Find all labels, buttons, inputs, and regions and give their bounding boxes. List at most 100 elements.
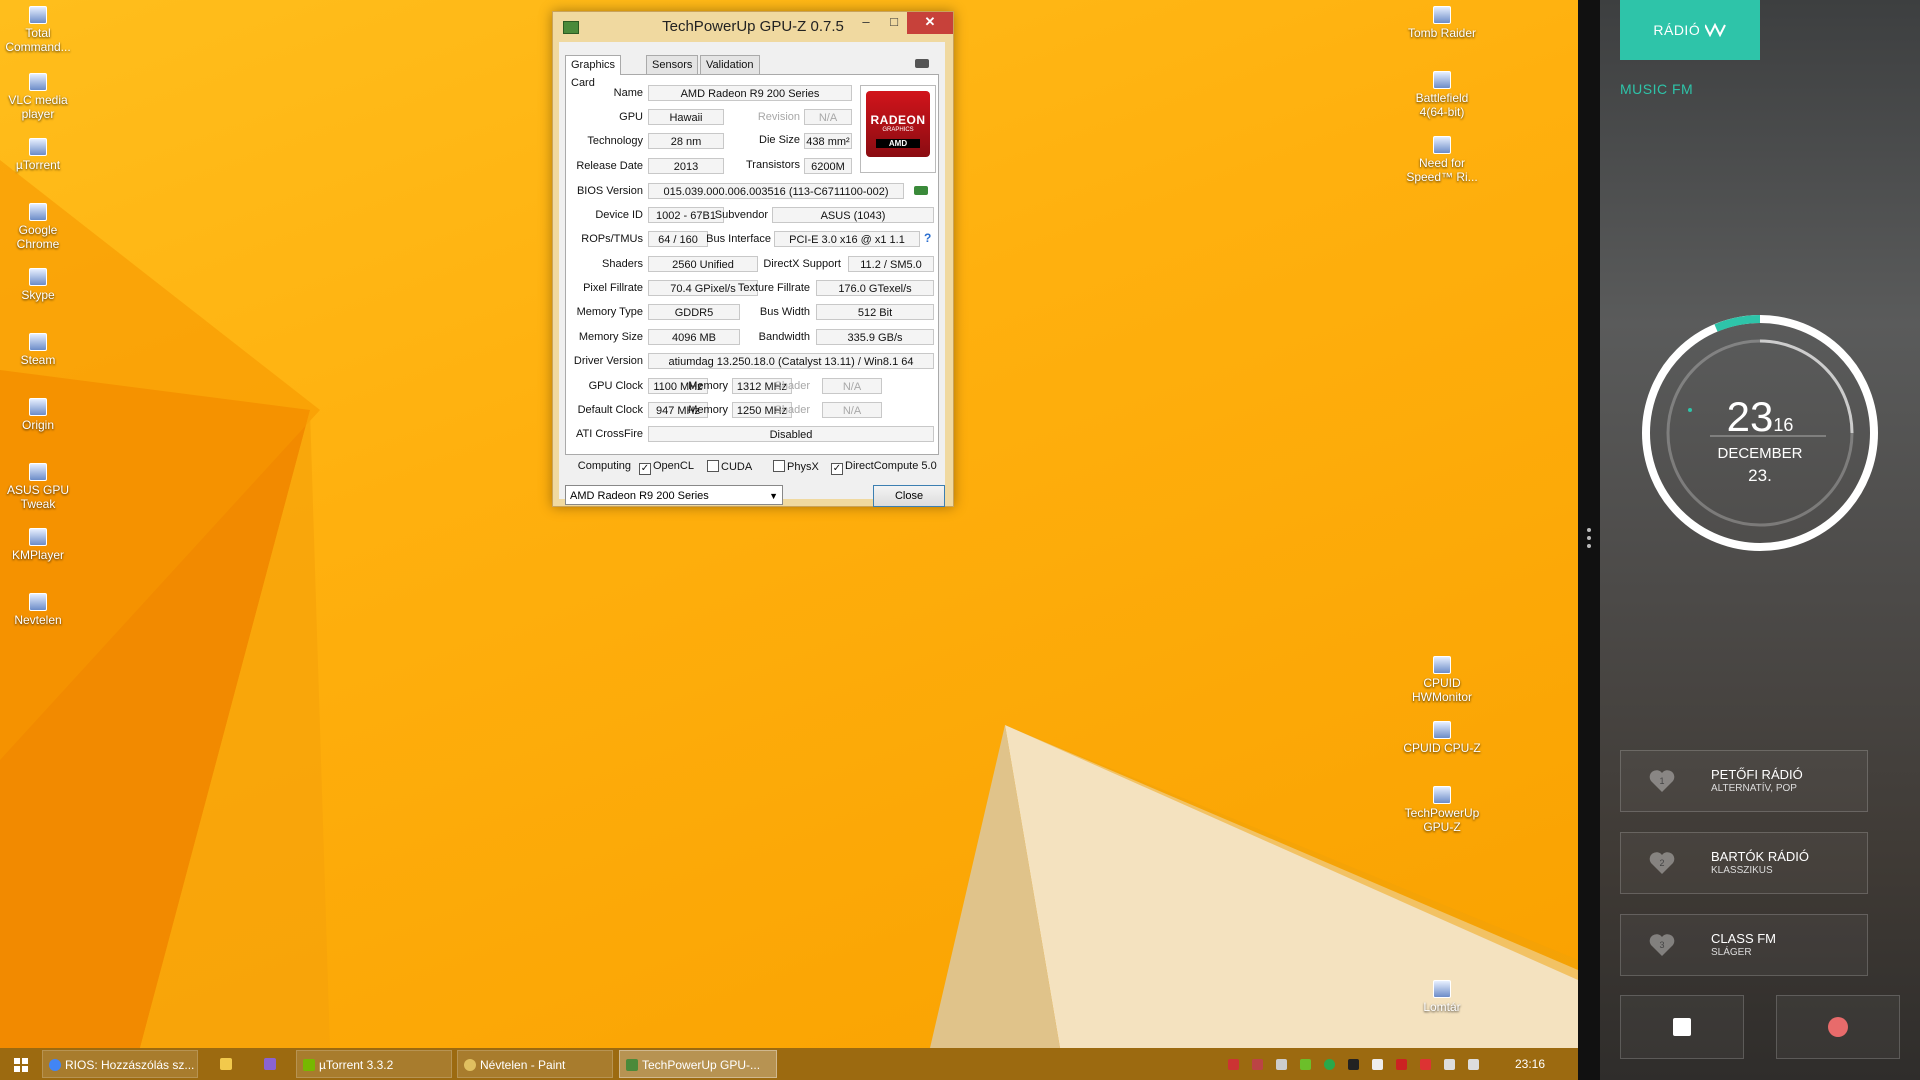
stop-button[interactable] — [1620, 995, 1744, 1059]
snap-divider[interactable] — [1578, 0, 1600, 1080]
desktop-icon-nevtelen[interactable]: Nevtelen — [0, 593, 78, 627]
desktop-icon-cpu-z[interactable]: CPUID CPU-Z — [1402, 721, 1482, 755]
heart-icon[interactable]: 2 — [1649, 851, 1675, 875]
label-technology: Technology — [587, 135, 643, 147]
value-memory-type[interactable]: GDDR5 — [648, 304, 740, 320]
desktop-icon-vlc[interactable]: VLC media player — [0, 73, 78, 121]
tray-app-icon[interactable] — [1252, 1059, 1263, 1070]
value-bus-width[interactable]: 512 Bit — [816, 304, 934, 320]
label-gpu-clock: GPU Clock — [588, 380, 643, 392]
desktop-icon-utorrent[interactable]: µTorrent — [0, 138, 78, 172]
desktop-icon-total-commander[interactable]: Total Command... — [0, 6, 78, 54]
desktop-icon-chrome[interactable]: Google Chrome — [0, 203, 78, 251]
value-device-id[interactable]: 1002 - 67B1 — [648, 207, 724, 223]
tray-app-icon[interactable] — [1324, 1059, 1335, 1070]
taskbar-item-gpuz[interactable]: TechPowerUp GPU-... — [619, 1050, 777, 1078]
heart-icon[interactable]: 1 — [1649, 769, 1675, 793]
value-gpu-shader[interactable]: N/A — [822, 378, 882, 394]
desktop-icon-asus-gpu-tweak[interactable]: ASUS GPU Tweak — [0, 463, 78, 511]
taskbar-item-utorrent[interactable]: µTorrent 3.3.2 — [296, 1050, 452, 1078]
tray-app-icon[interactable] — [1228, 1059, 1239, 1070]
station-card-bartok[interactable]: 2 BARTÓK RÁDIÓ KLASSZIKUS — [1620, 832, 1868, 894]
value-transistors[interactable]: 6200M — [804, 158, 852, 174]
close-icon[interactable]: ✕ — [907, 12, 953, 34]
camera-icon[interactable] — [915, 59, 929, 68]
desktop-icon-tomb-raider[interactable]: Tomb Raider — [1402, 6, 1482, 40]
value-default-shader[interactable]: N/A — [822, 402, 882, 418]
desktop-icon-hwmonitor[interactable]: CPUID HWMonitor — [1402, 656, 1482, 704]
tab-validation[interactable]: Validation — [700, 55, 760, 74]
desktop-icon-steam[interactable]: Steam — [0, 333, 78, 367]
minimize-icon[interactable]: – — [853, 12, 879, 34]
label-bandwidth: Bandwidth — [758, 331, 810, 343]
gpuz-titlebar[interactable]: TechPowerUp GPU-Z 0.7.5 – □ ✕ — [553, 12, 953, 42]
desktop-icon-need-for-speed[interactable]: Need for Speed™ Ri... — [1402, 136, 1482, 184]
volume-icon[interactable] — [1468, 1059, 1479, 1070]
value-revision[interactable]: N/A — [804, 109, 852, 125]
flag-icon[interactable] — [1372, 1059, 1383, 1070]
tray-app-icon[interactable] — [1276, 1059, 1287, 1070]
value-shaders[interactable]: 2560 Unified — [648, 256, 758, 272]
value-directx[interactable]: 11.2 / SM5.0 — [848, 256, 934, 272]
tab-sensors[interactable]: Sensors — [646, 55, 699, 74]
desktop-icon-kmplayer[interactable]: KMPlayer — [0, 528, 78, 562]
desktop-icon-origin[interactable]: Origin — [0, 398, 78, 432]
start-button[interactable] — [4, 1050, 36, 1078]
value-bus-interface[interactable]: PCI-E 3.0 x16 @ x1 1.1 — [774, 231, 920, 247]
value-release-date[interactable]: 2013 — [648, 158, 724, 174]
recycle-bin-icon — [1433, 980, 1451, 998]
taskbar-item-app[interactable] — [254, 1050, 286, 1078]
value-rops-tmus[interactable]: 64 / 160 — [648, 231, 708, 247]
value-memory-size[interactable]: 4096 MB — [648, 329, 740, 345]
checkbox-opencl[interactable]: ✓ OpenCL — [639, 460, 694, 475]
value-bandwidth[interactable]: 335.9 GB/s — [816, 329, 934, 345]
value-crossfire[interactable]: Disabled — [648, 426, 934, 442]
value-name[interactable]: AMD Radeon R9 200 Series — [648, 85, 852, 101]
taskbar: RIOS: Hozzászólás sz... µTorrent 3.3.2 N… — [0, 1048, 1578, 1080]
value-driver-version[interactable]: atiumdag 13.250.18.0 (Catalyst 13.11) / … — [648, 353, 934, 369]
tab-graphics-card[interactable]: Graphics Card — [565, 55, 622, 89]
close-button[interactable]: Close — [873, 485, 945, 507]
label-crossfire: ATI CrossFire — [575, 428, 643, 440]
taskbar-item-explorer[interactable] — [210, 1050, 242, 1078]
value-technology[interactable]: 28 nm — [648, 133, 724, 149]
tray-app-icon[interactable] — [1396, 1059, 1407, 1070]
network-icon[interactable] — [1444, 1059, 1455, 1070]
taskbar-item-chrome[interactable]: RIOS: Hozzászólás sz... — [42, 1050, 198, 1078]
value-texture-fillrate[interactable]: 176.0 GTexel/s — [816, 280, 934, 296]
radio-logo[interactable]: RÁDIÓ — [1620, 0, 1760, 60]
label-memory-size: Memory Size — [578, 331, 643, 343]
checkbox-cuda[interactable]: CUDA — [707, 460, 752, 473]
heart-icon[interactable]: 3 — [1649, 933, 1675, 957]
now-playing-station: MUSIC FM — [1620, 81, 1694, 97]
desktop-icon-skype[interactable]: Skype — [0, 268, 78, 302]
desktop-icon-battlefield[interactable]: Battlefield 4(64-bit) — [1402, 71, 1482, 119]
tray-app-icon[interactable] — [1348, 1059, 1359, 1070]
station-card-petofi[interactable]: 1 PETŐFI RÁDIÓ ALTERNATÍV, POP — [1620, 750, 1868, 812]
value-die-size[interactable]: 438 mm² — [804, 133, 852, 149]
checkbox-directcompute[interactable]: ✓ DirectCompute 5.0 — [831, 460, 937, 475]
help-icon[interactable]: ? — [924, 231, 931, 245]
bios-save-icon[interactable] — [914, 186, 928, 195]
utorrent-icon — [29, 138, 47, 156]
tray-app-icon[interactable] — [1420, 1059, 1431, 1070]
app-icon — [264, 1058, 276, 1070]
checkbox-physx[interactable]: PhysX — [773, 460, 819, 473]
skype-icon — [29, 268, 47, 286]
utorrent-tray-icon[interactable] — [1300, 1059, 1311, 1070]
taskbar-item-paint[interactable]: Névtelen - Paint — [457, 1050, 613, 1078]
station-card-class-fm[interactable]: 3 CLASS FM SLÁGER — [1620, 914, 1868, 976]
desktop-icon-recycle-bin[interactable]: Lomtár — [1402, 980, 1482, 1014]
gpu-select[interactable]: AMD Radeon R9 200 Series ▼ — [565, 485, 783, 505]
value-subvendor[interactable]: ASUS (1043) — [772, 207, 934, 223]
label-bios-version: BIOS Version — [576, 185, 643, 197]
cpu-z-icon — [1433, 721, 1451, 739]
label-subvendor: Subvendor — [714, 209, 768, 221]
maximize-icon[interactable]: □ — [881, 12, 907, 34]
desktop-icon-gpu-z[interactable]: TechPowerUp GPU-Z — [1402, 786, 1482, 834]
record-button[interactable] — [1776, 995, 1900, 1059]
value-gpu[interactable]: Hawaii — [648, 109, 724, 125]
value-bios-version[interactable]: 015.039.000.006.003516 (113-C6711100-002… — [648, 183, 904, 199]
taskbar-clock[interactable]: 23:16 — [1515, 1048, 1545, 1080]
total-commander-icon — [29, 6, 47, 24]
